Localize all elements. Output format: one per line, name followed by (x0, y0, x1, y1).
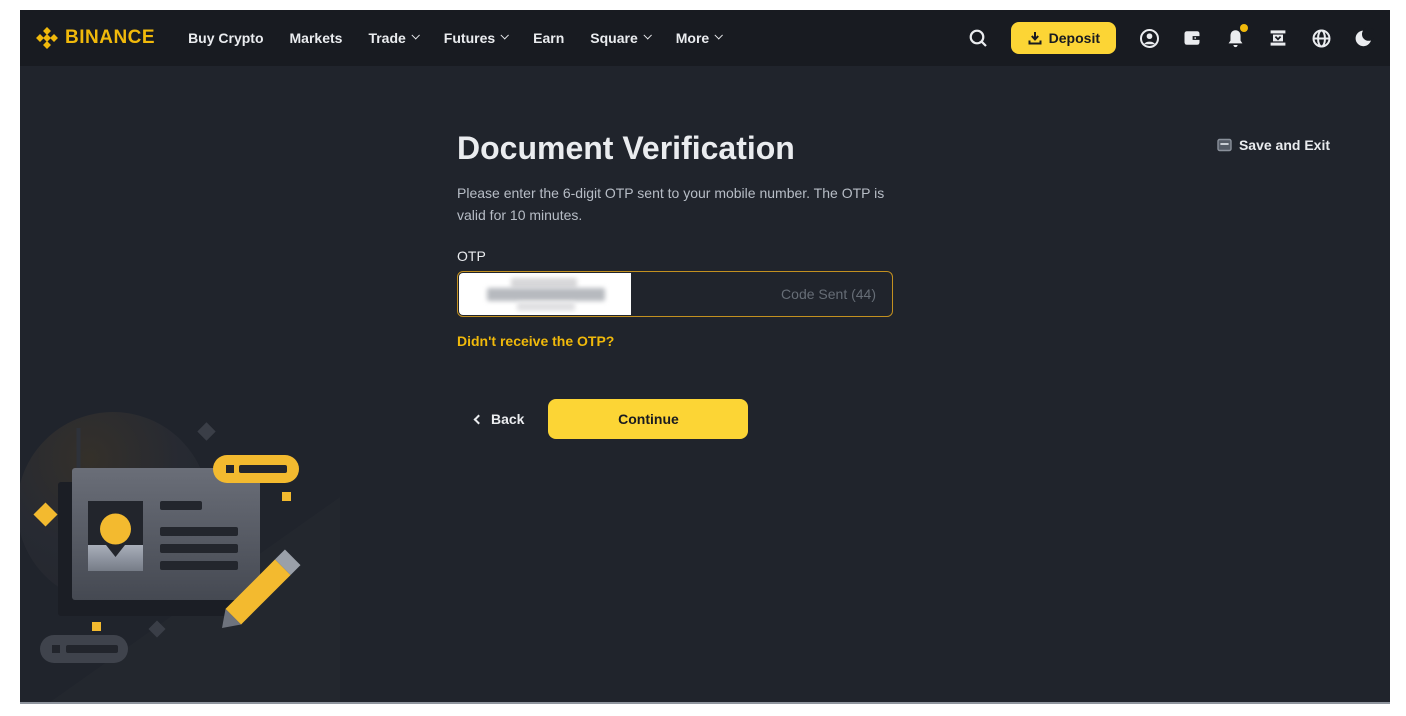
binance-diamond-icon (36, 27, 58, 49)
search-icon[interactable] (962, 22, 994, 54)
page-bottom-border (20, 702, 1390, 704)
nav-item-futures[interactable]: Futures (431, 10, 520, 66)
otp-redacted-value (459, 273, 631, 315)
yellow-capsule-tag (213, 455, 299, 483)
chevron-down-icon (643, 31, 651, 39)
globe-icon[interactable] (1305, 22, 1337, 54)
moon-icon[interactable] (1348, 22, 1380, 54)
page-title: Document Verification (457, 131, 913, 166)
form-actions: Back Continue (457, 399, 913, 439)
verification-form: Document Verification Please enter the 6… (457, 131, 913, 439)
user-icon[interactable] (1133, 22, 1165, 54)
brand-name: BINANCE (65, 27, 155, 49)
wallet-icon[interactable] (1176, 22, 1208, 54)
notification-dot (1240, 24, 1248, 32)
save-and-exit-button[interactable]: Save and Exit (1217, 137, 1330, 153)
otp-field: Code Sent (44) (457, 271, 893, 317)
save-and-exit-icon (1217, 138, 1232, 152)
binance-logo[interactable]: BINANCE (28, 27, 163, 49)
app-download-icon[interactable] (1262, 22, 1294, 54)
code-sent-countdown: Code Sent (44) (781, 286, 876, 302)
nav-item-markets[interactable]: Markets (277, 10, 356, 66)
resend-otp-link[interactable]: Didn't receive the OTP? (457, 333, 614, 349)
nav-item-more[interactable]: More (663, 10, 734, 66)
chevron-left-icon (474, 414, 484, 424)
small-yellow-square (282, 492, 291, 501)
deposit-button[interactable]: Deposit (1011, 22, 1116, 54)
navbar-right-tools: Deposit (962, 22, 1380, 54)
chevron-down-icon (715, 31, 723, 39)
nav-item-trade[interactable]: Trade (355, 10, 430, 66)
id-photo-head (100, 514, 131, 545)
main-menu: Buy Crypto Markets Trade Futures Earn Sq… (175, 10, 734, 66)
gray-diamond-top (197, 422, 215, 440)
chevron-down-icon (411, 31, 419, 39)
binance-verification-page: BINANCE Buy Crypto Markets Trade Futures… (20, 10, 1390, 704)
document-verification-illustration (20, 382, 340, 702)
nav-item-earn[interactable]: Earn (520, 10, 577, 66)
otp-field-label: OTP (457, 248, 913, 264)
nav-item-square[interactable]: Square (577, 10, 662, 66)
continue-button[interactable]: Continue (548, 399, 748, 439)
back-button[interactable]: Back (475, 411, 524, 427)
nav-item-buy-crypto[interactable]: Buy Crypto (175, 10, 276, 66)
small-yellow-square-bottom (92, 622, 101, 631)
gray-capsule-tag (40, 635, 128, 663)
otp-instructions: Please enter the 6-digit OTP sent to you… (457, 182, 909, 226)
notification-bell-icon[interactable] (1219, 22, 1251, 54)
chevron-down-icon (501, 31, 509, 39)
deposit-download-icon (1027, 30, 1043, 46)
top-navbar: BINANCE Buy Crypto Markets Trade Futures… (20, 10, 1390, 66)
